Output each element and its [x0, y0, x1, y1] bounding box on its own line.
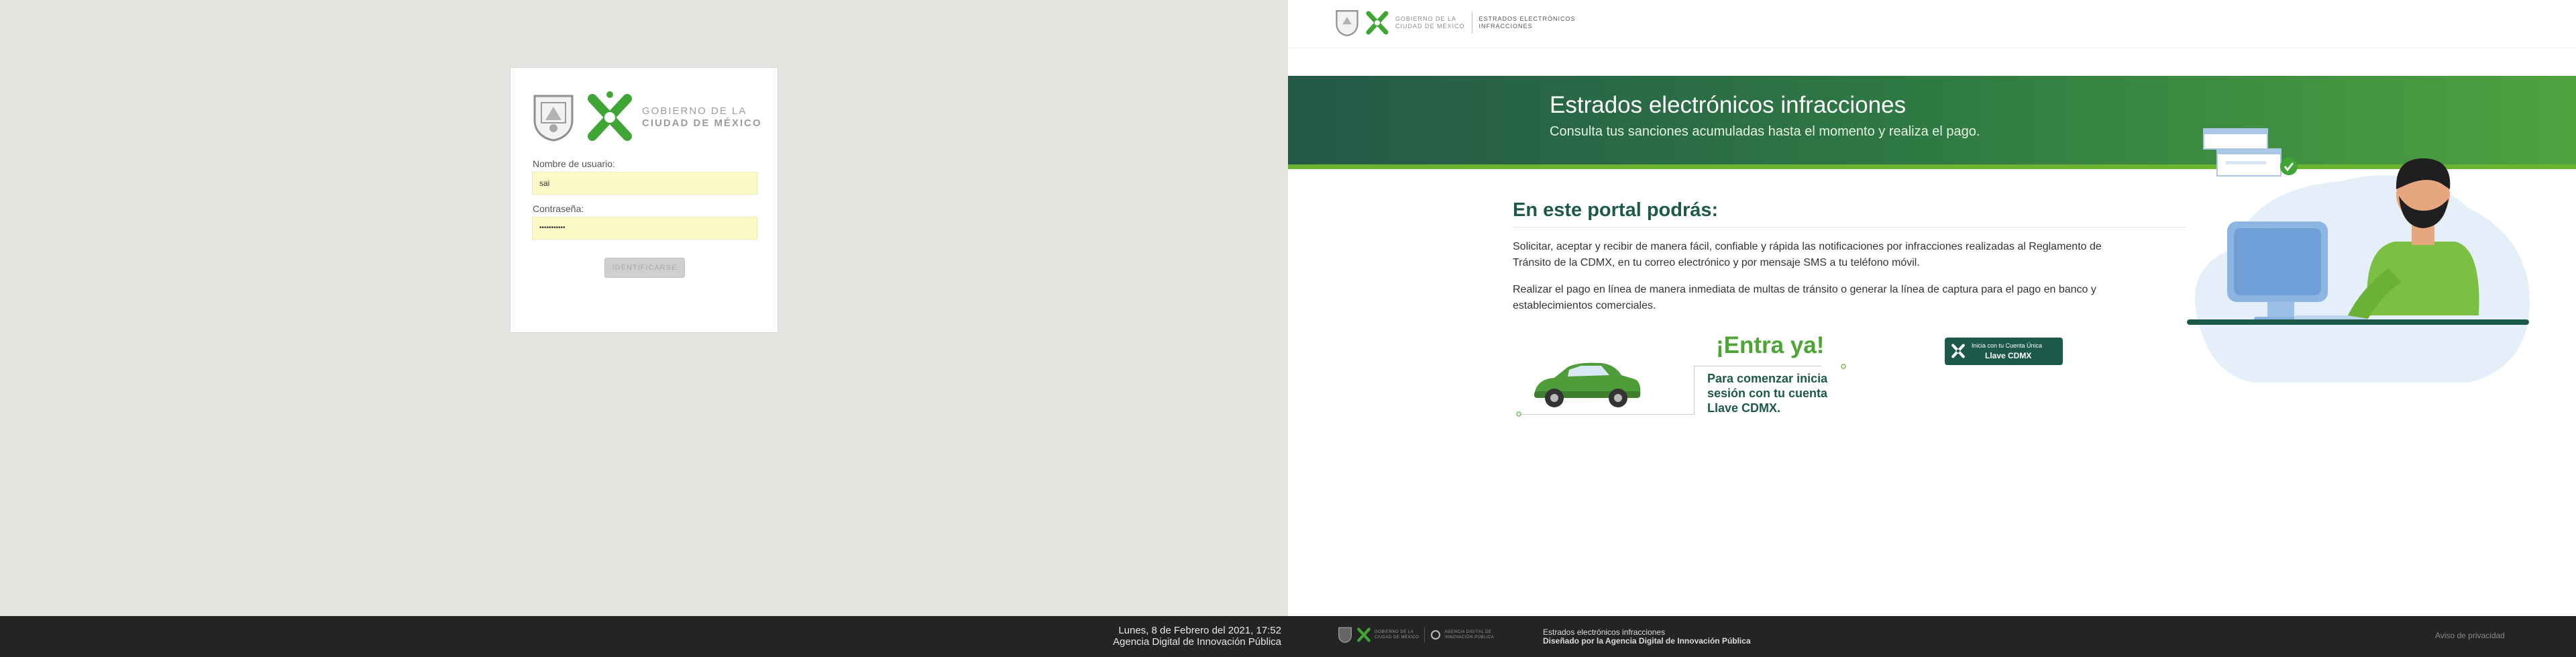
- person-at-computer-illustration-icon: [2187, 128, 2530, 383]
- status-datetime: Lunes, 8 de Febrero del 2021, 17:52: [1118, 625, 1281, 636]
- cdmx-logo-icon: [1357, 627, 1371, 642]
- header-portal-line-1: ESTRADOS ELECTRÓNICOS: [1479, 15, 1576, 22]
- login-logos: GOBIERNO DE LA CIUDAD DE MÉXICO: [532, 91, 762, 144]
- dot-icon: [1516, 411, 1521, 417]
- footer-agency-line-2: INNOVACIÓN PÚBLICA: [1444, 636, 1495, 640]
- cta-subtitle: Para comenzar inicia sesión con tu cuent…: [1707, 372, 1828, 415]
- username-label: Nombre de usuario:: [533, 158, 615, 169]
- footer-gov-line-2: CIUDAD DE MÉXICO: [1375, 636, 1419, 640]
- login-button[interactable]: IDENTIFICARSE: [604, 258, 685, 278]
- llave-button-line-1: Inicia con tu Cuenta Única: [1972, 342, 2043, 349]
- status-bar: Lunes, 8 de Febrero del 2021, 17:52 Agen…: [0, 616, 1288, 657]
- footer-portal-info: Estrados electrónicos infracciones Diseñ…: [1543, 628, 1751, 646]
- status-text: Lunes, 8 de Febrero del 2021, 17:52 Agen…: [1113, 625, 1281, 648]
- section-title: En este portal podrás:: [1513, 199, 1719, 221]
- cdmx-logo-icon: [588, 91, 632, 141]
- cdmx-seal-icon: [1338, 627, 1352, 643]
- cdmx-logo-icon: [1366, 11, 1389, 35]
- gov-name: GOBIERNO DE LA CIUDAD DE MÉXICO: [642, 105, 762, 130]
- header-gov-name: GOBIERNO DE LA CIUDAD DE MÉXICO: [1395, 15, 1465, 30]
- cdmx-seal-icon: [533, 95, 574, 142]
- footer-gov-name: GOBIERNO DE LA CIUDAD DE MÉXICO: [1375, 629, 1419, 640]
- paragraph-payment: Realizar el pago en línea de manera inme…: [1513, 284, 2096, 311]
- cta-title: ¡Entra ya!: [1716, 332, 1825, 358]
- car-illustration-icon: [1534, 362, 1641, 407]
- paragraph-notifications: Solicitar, aceptar y recibir de manera f…: [1513, 241, 2102, 268]
- agency-logo-icon: [1431, 630, 1441, 640]
- section-divider: [1513, 227, 2186, 228]
- login-card: GOBIERNO DE LA CIUDAD DE MÉXICO Nombre d…: [510, 67, 778, 333]
- password-input[interactable]: •••••••••••: [532, 217, 757, 240]
- llave-button-line-2: Llave CDMX: [1985, 351, 2032, 360]
- status-agency: Agencia Digital de Innovación Pública: [1113, 636, 1281, 648]
- llave-cdmx-login-button[interactable]: Inicia con tu Cuenta Única Llave CDMX: [1945, 338, 2063, 365]
- site-footer: GOBIERNO DE LA CIUDAD DE MÉXICO AGENCIA …: [1288, 616, 2576, 657]
- cdmx-logo-icon: [1951, 344, 1965, 358]
- header-logos[interactable]: GOBIERNO DE LA CIUDAD DE MÉXICO ESTRADOS…: [1335, 9, 1576, 36]
- hero-subtitle: Consulta tus sanciones acumuladas hasta …: [1550, 124, 1980, 139]
- cta-bracket-side: [1694, 366, 1695, 414]
- site-header: GOBIERNO DE LA CIUDAD DE MÉXICO ESTRADOS…: [1288, 0, 2576, 48]
- header-portal-line-2: INFRACCIONES: [1479, 23, 1533, 30]
- hero-title: Estrados electrónicos infracciones: [1550, 92, 1907, 118]
- privacy-link[interactable]: Aviso de privacidad: [2435, 631, 2505, 640]
- footer-divider: [1424, 627, 1426, 642]
- dot-icon: [1841, 364, 1846, 369]
- footer-agency-line-1: AGENCIA DIGITAL DE: [1444, 630, 1492, 634]
- header-gov-line-1: GOBIERNO DE LA: [1395, 15, 1457, 22]
- gov-line-1: GOBIERNO DE LA: [642, 105, 747, 117]
- footer-gov-line-1: GOBIERNO DE LA: [1375, 630, 1414, 634]
- login-window: GOBIERNO DE LA CIUDAD DE MÉXICO Nombre d…: [0, 0, 1288, 657]
- footer-logos: GOBIERNO DE LA CIUDAD DE MÉXICO AGENCIA …: [1338, 627, 1494, 643]
- gov-line-2: CIUDAD DE MÉXICO: [642, 117, 762, 129]
- username-input[interactable]: sai: [532, 172, 757, 195]
- cdmx-seal-icon: [1336, 10, 1358, 36]
- footer-agency-name: AGENCIA DIGITAL DE INNOVACIÓN PÚBLICA: [1444, 629, 1494, 640]
- header-portal-name: ESTRADOS ELECTRÓNICOS INFRACCIONES: [1479, 15, 1576, 30]
- header-gov-line-2: CIUDAD DE MÉXICO: [1395, 23, 1465, 30]
- password-label: Contraseña:: [533, 203, 584, 214]
- ground-line: [1520, 414, 1695, 415]
- footer-designed-by: Diseñado por la Agencia Digital de Innov…: [1543, 636, 1751, 646]
- portal-window: GOBIERNO DE LA CIUDAD DE MÉXICO ESTRADOS…: [1288, 0, 2576, 657]
